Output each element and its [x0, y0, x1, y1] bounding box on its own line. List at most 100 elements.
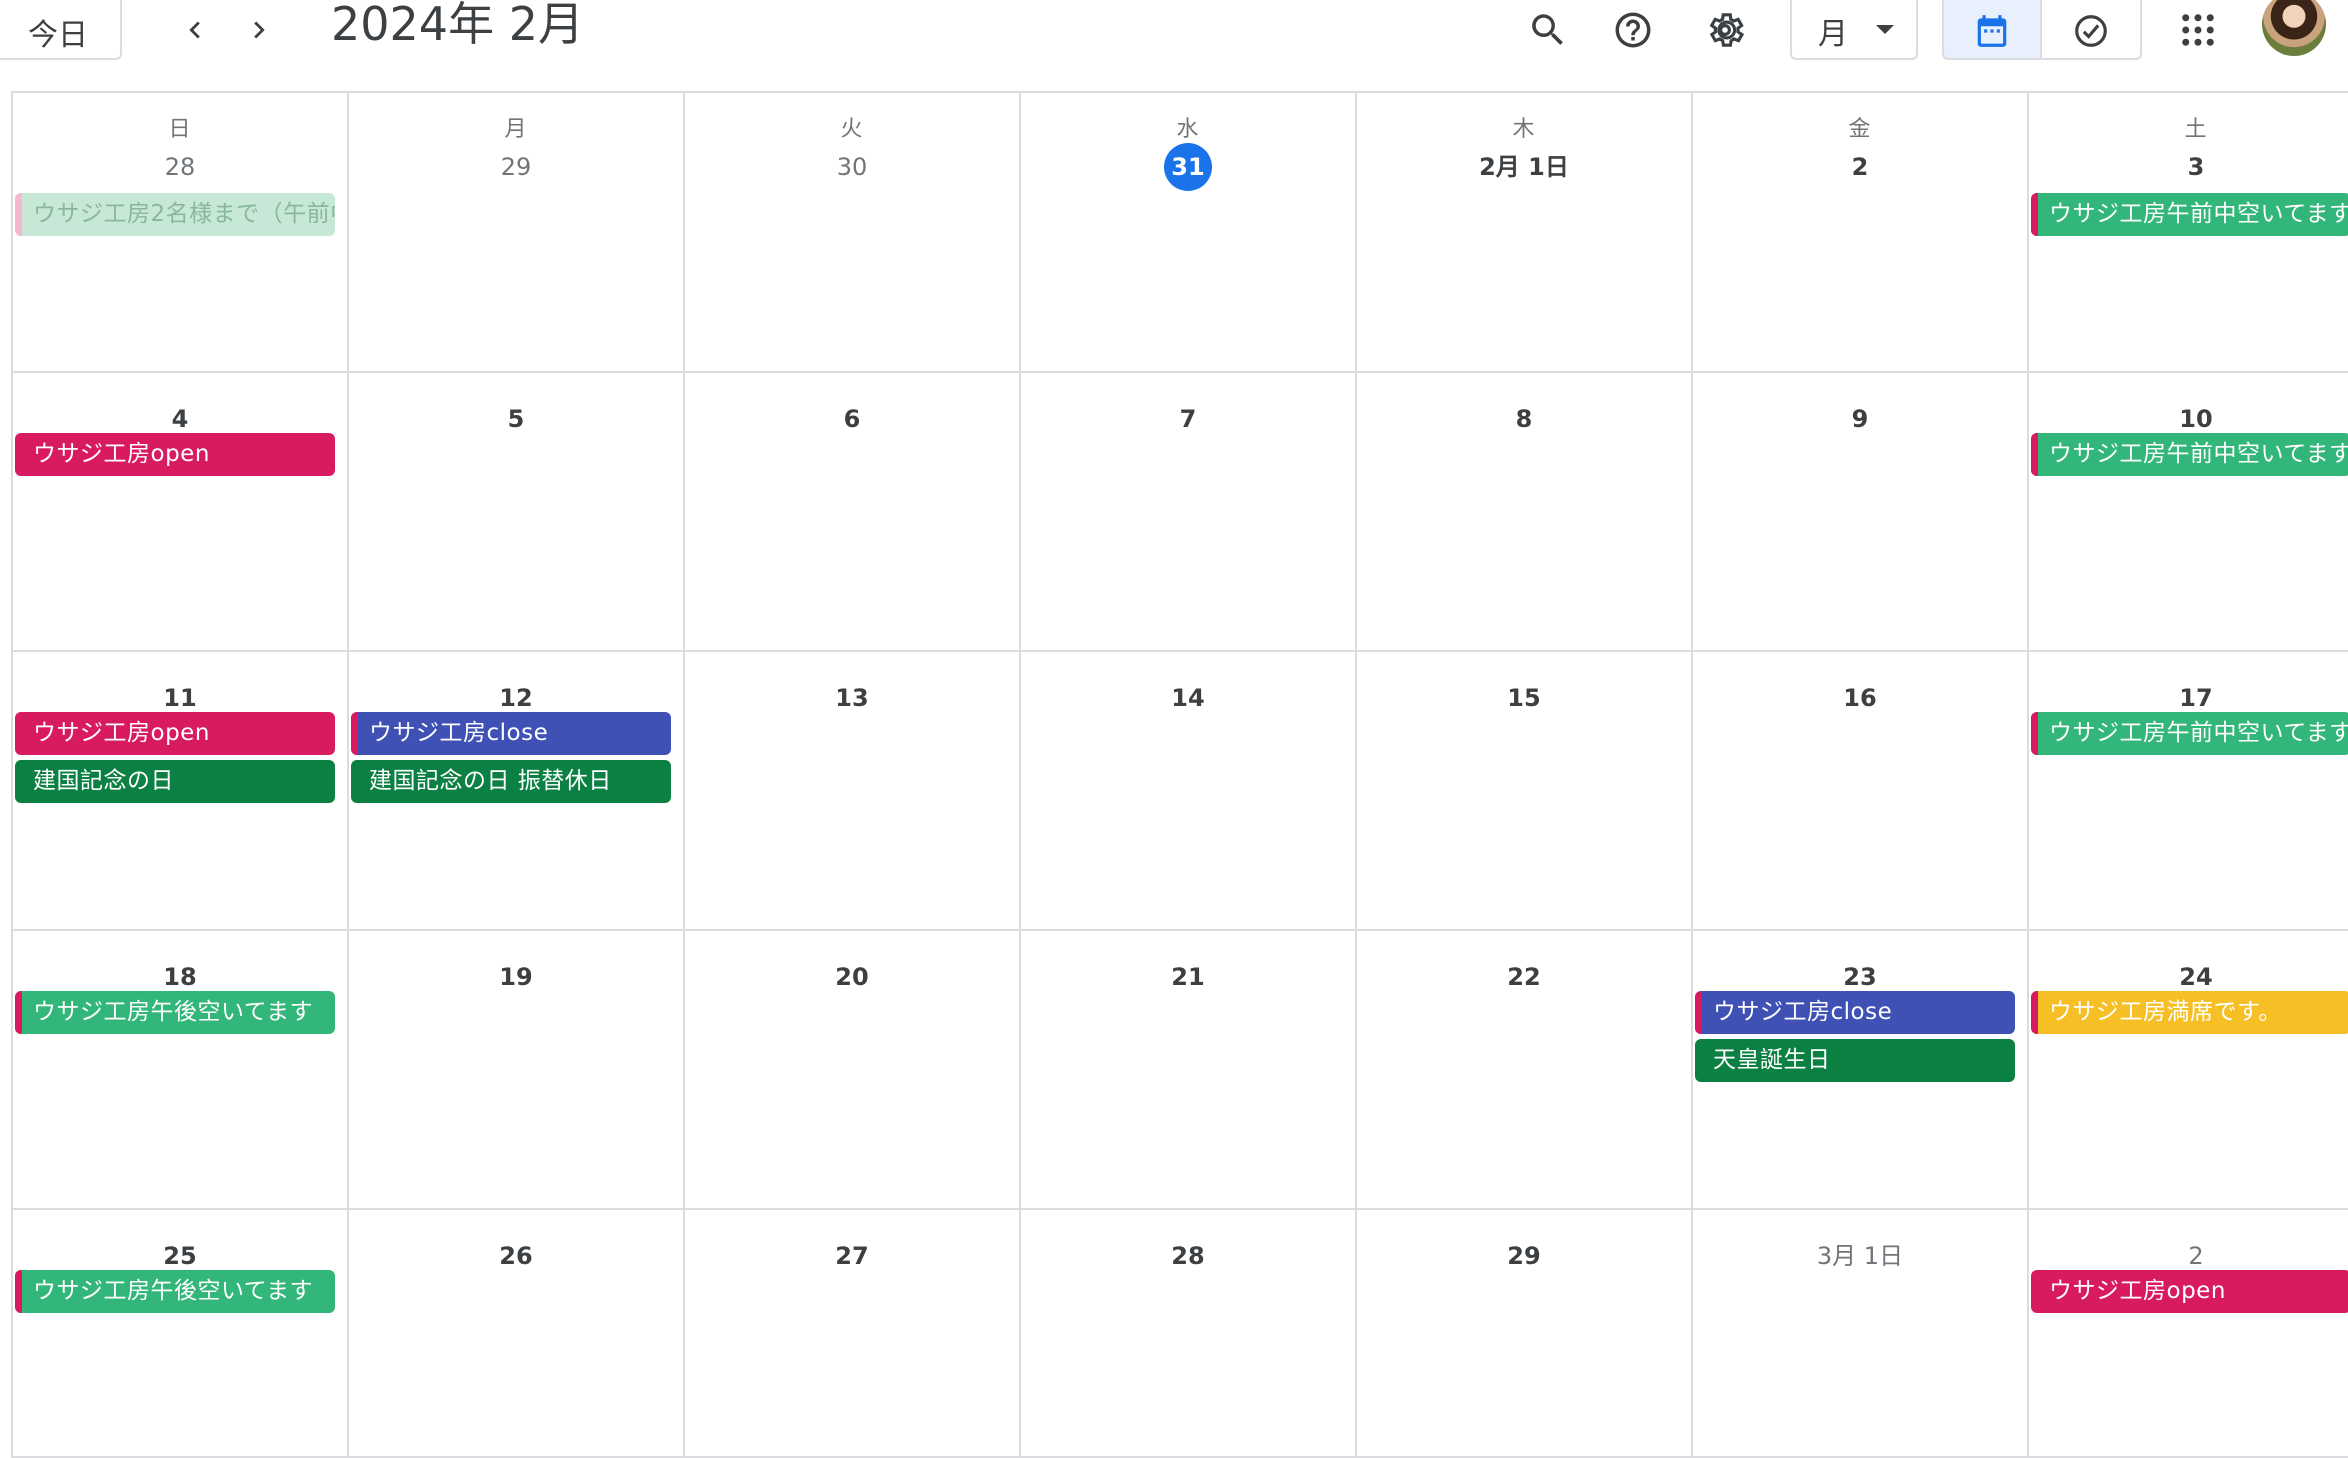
day-cell[interactable]: 24 ウサジ工房満席です。 [2027, 931, 2348, 1210]
date-number[interactable]: 14 [1021, 674, 1355, 722]
date-number-label: 2月 1日 [1479, 153, 1569, 181]
account-avatar[interactable] [2262, 0, 2326, 56]
event-chip[interactable]: ウサジ工房open [15, 433, 335, 476]
event-chip[interactable]: ウサジ工房午前中空いてます [2031, 712, 2348, 755]
event-chip[interactable]: ウサジ工房午後空いてます [15, 1270, 335, 1313]
date-number[interactable]: 20 [685, 953, 1019, 1001]
day-cell[interactable]: 6 [683, 373, 1019, 652]
previous-month-button[interactable] [167, 2, 223, 58]
search-button[interactable] [1520, 2, 1576, 58]
event-title: ウサジ工房open [33, 720, 210, 746]
event-title: ウサジ工房2名様まで（午前中 [33, 201, 335, 227]
day-cell[interactable]: 18 ウサジ工房午後空いてます [11, 931, 347, 1210]
date-number[interactable]: 29 [1357, 1232, 1691, 1280]
date-number[interactable]: 3 [2029, 143, 2348, 191]
day-cell[interactable]: 29 [1355, 1210, 1691, 1458]
event-chip[interactable]: 天皇誕生日 [1695, 1039, 2015, 1082]
day-cell[interactable]: 23 ウサジ工房close 天皇誕生日 [1691, 931, 2027, 1210]
date-number[interactable]: 30 [685, 143, 1019, 191]
tasks-view-button[interactable] [2042, 0, 2140, 58]
day-cell[interactable]: 22 [1355, 931, 1691, 1210]
day-cell[interactable]: 17 ウサジ工房午前中空いてます [2027, 652, 2348, 931]
date-number[interactable]: 16 [1693, 674, 2027, 722]
day-cell[interactable]: 金2 [1691, 93, 2027, 373]
day-cell[interactable]: 4 ウサジ工房open [11, 373, 347, 652]
date-number[interactable]: 3月 1日 [1693, 1232, 2027, 1280]
help-button[interactable] [1605, 2, 1661, 58]
event-chip[interactable]: ウサジ工房午前中空いてます [2031, 433, 2348, 476]
weekday-label: 日 [168, 117, 192, 142]
date-number[interactable]: 2月 1日 [1357, 143, 1691, 191]
date-number[interactable]: 19 [349, 953, 683, 1001]
event-chip[interactable]: ウサジ工房open [15, 712, 335, 755]
day-cell[interactable]: 10 ウサジ工房午前中空いてます [2027, 373, 2348, 652]
date-number[interactable]: 8 [1357, 395, 1691, 443]
day-cell[interactable]: 28 [1019, 1210, 1355, 1458]
day-cell[interactable]: 16 [1691, 652, 2027, 931]
date-number[interactable]: 29 [349, 143, 683, 191]
day-cell[interactable]: 木 2月 1日 [1355, 93, 1691, 373]
day-cell[interactable]: 11 ウサジ工房open 建国記念の日 [11, 652, 347, 931]
date-number-label: 21 [1171, 963, 1205, 991]
day-cell[interactable]: 19 [347, 931, 683, 1210]
date-number[interactable]: 6 [685, 395, 1019, 443]
weekday-label: 月 [504, 117, 528, 142]
date-number[interactable]: 22 [1357, 953, 1691, 1001]
day-cell[interactable]: 土 3 ウサジ工房午前中空いてます [2027, 93, 2348, 373]
date-number[interactable]: 2 [1693, 143, 2027, 191]
day-cell[interactable]: 月 29 [347, 93, 683, 373]
day-cell[interactable]: 火 30 [683, 93, 1019, 373]
calendar-view-button[interactable] [1944, 0, 2042, 58]
date-number[interactable]: 15 [1357, 674, 1691, 722]
today-button[interactable]: 今日 [0, 0, 122, 60]
event-chip[interactable]: ウサジ工房close [351, 712, 671, 755]
weekday-label: 火 [840, 117, 864, 142]
date-number-label: 28 [164, 153, 196, 181]
today-date-number[interactable]: 31 [1021, 143, 1355, 191]
date-number-label: 15 [1507, 684, 1541, 712]
day-cell[interactable]: 14 [1019, 652, 1355, 931]
calendar-icon [1977, 15, 2007, 47]
day-cell[interactable]: 水 31 [1019, 93, 1355, 373]
day-cell[interactable]: 27 [683, 1210, 1019, 1458]
day-cell[interactable]: 26 [347, 1210, 683, 1458]
apps-launcher-button[interactable] [2170, 2, 2226, 58]
date-number[interactable]: 7 [1021, 395, 1355, 443]
day-cell[interactable]: 8 [1355, 373, 1691, 652]
settings-button[interactable] [1697, 2, 1753, 58]
date-number[interactable]: 28 [13, 143, 347, 191]
event-chip[interactable]: ウサジ工房午後空いてます [15, 991, 335, 1034]
day-cell[interactable]: 5 [347, 373, 683, 652]
event-title: ウサジ工房open [33, 441, 210, 467]
event-chip[interactable]: ウサジ工房open [2031, 1270, 2348, 1313]
date-number[interactable]: 26 [349, 1232, 683, 1280]
day-cell[interactable]: 7 [1019, 373, 1355, 652]
date-number[interactable]: 28 [1021, 1232, 1355, 1280]
day-cell[interactable]: 21 [1019, 931, 1355, 1210]
event-chip[interactable]: ウサジ工房満席です。 [2031, 991, 2348, 1034]
day-cell[interactable]: 12 ウサジ工房close 建国記念の日 振替休日 [347, 652, 683, 931]
date-number[interactable]: 13 [685, 674, 1019, 722]
day-cell[interactable]: 9 [1691, 373, 2027, 652]
date-number-label: 3 [2187, 153, 2205, 181]
event-chip[interactable]: 建国記念の日 [15, 760, 335, 803]
weekday-label: 水 [1176, 117, 1200, 142]
date-number[interactable]: 5 [349, 395, 683, 443]
day-cell[interactable]: 13 [683, 652, 1019, 931]
day-cell[interactable]: 25 ウサジ工房午後空いてます [11, 1210, 347, 1458]
date-number[interactable]: 27 [685, 1232, 1019, 1280]
view-selector[interactable]: 月 [1790, 0, 1918, 60]
next-month-button[interactable] [231, 2, 287, 58]
day-cell[interactable]: 20 [683, 931, 1019, 1210]
day-cell[interactable]: 15 [1355, 652, 1691, 931]
event-chip[interactable]: ウサジ工房2名様まで（午前中 [15, 193, 335, 236]
day-cell[interactable]: 3月 1日 [1691, 1210, 2027, 1458]
event-chip[interactable]: 建国記念の日 振替休日 [351, 760, 671, 803]
date-number[interactable]: 9 [1693, 395, 2027, 443]
event-chip[interactable]: ウサジ工房午前中空いてます [2031, 193, 2348, 236]
day-cell[interactable]: 日 28 ウサジ工房2名様まで（午前中 [11, 93, 347, 373]
date-number-label: 8 [1515, 405, 1533, 433]
date-number[interactable]: 21 [1021, 953, 1355, 1001]
day-cell[interactable]: 2 ウサジ工房open [2027, 1210, 2348, 1458]
event-chip[interactable]: ウサジ工房close [1695, 991, 2015, 1034]
